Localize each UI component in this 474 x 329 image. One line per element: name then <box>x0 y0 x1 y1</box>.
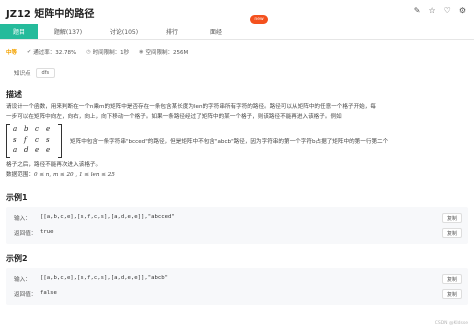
tab-problem[interactable]: 题目 <box>0 24 38 39</box>
tab-label: 讨论(105) <box>109 29 139 36</box>
example-2-output: 返回值： false <box>14 290 57 298</box>
input-label: 输入： <box>14 216 31 222</box>
matrix-cell: b <box>24 125 29 133</box>
output-label: 返回值： <box>14 231 37 237</box>
data-range-value: 0 ≤ n, m ≤ 20 , 1 ≤ len ≤ 25 <box>33 172 115 178</box>
data-range: 数据范围：0 ≤ n, m ≤ 20 , 1 ≤ len ≤ 25 <box>6 170 468 180</box>
description-line-3: 格子之后，路径不能再次进入该格子。 <box>6 162 102 168</box>
copy-button[interactable]: 复制 <box>442 228 462 238</box>
clock-icon: ◷ <box>86 49 91 55</box>
tab-label: 排行 <box>165 29 178 36</box>
example-2-heading: 示例2 <box>6 254 28 263</box>
memory-icon: ◉ <box>139 49 144 55</box>
tab-solutions[interactable]: 题解(137) <box>38 24 98 39</box>
matrix-right-bracket <box>58 124 62 158</box>
matrix-left-bracket <box>6 124 10 158</box>
example-1-output: 返回值： true <box>14 229 53 237</box>
matrix-cell: c <box>35 125 39 133</box>
pass-rate: ✔ 通过率：32.78% <box>27 48 76 56</box>
input-label: 输入： <box>14 277 31 283</box>
matrix-cell: e <box>46 146 51 154</box>
copy-button[interactable]: 复制 <box>442 213 462 223</box>
matrix-cell: f <box>24 135 27 144</box>
matrix-cell: d <box>24 146 29 154</box>
data-range-label: 数据范围： <box>6 172 34 178</box>
example-2-box: 输入： [[a,b,c,e],[s,f,c,s],[a,d,e,e]],"abc… <box>6 268 468 305</box>
space-limit-text: 空间限制：256M <box>145 50 189 56</box>
difficulty-badge: 中等 <box>6 50 18 56</box>
output-value: false <box>40 290 57 296</box>
tab-discussion[interactable]: 讨论(105) <box>98 24 150 39</box>
problem-stats: 中等 ✔ 通过率：32.78% ◷ 时间限制：1秒 ◉ 空间限制：256M <box>6 48 198 56</box>
matrix-cell: c <box>35 135 39 144</box>
example-matrix: a b c e s f c s a d e e <box>6 124 62 158</box>
time-limit: ◷ 时间限制：1秒 <box>86 48 129 56</box>
heart-icon[interactable]: ♡ <box>444 6 451 16</box>
tab-bar: 题目 题解(137) 讨论(105) 排行 面经 <box>0 24 474 40</box>
copy-button[interactable]: 复制 <box>442 274 462 284</box>
knowledge-label: 知识点 <box>14 71 31 77</box>
pass-rate-text: 通过率：32.78% <box>33 50 77 56</box>
tab-label: 题解(137) <box>53 29 83 36</box>
matrix-cell: a <box>13 146 18 154</box>
header: JZ12 矩阵中的路径 <box>0 0 474 24</box>
edit-icon[interactable]: ✎ <box>414 6 421 16</box>
tab-label: 面经 <box>209 29 222 36</box>
settings-icon[interactable]: ⚙ <box>459 6 466 16</box>
output-value: true <box>40 229 54 235</box>
header-actions: ✎ ☆ ♡ ⚙ <box>414 6 466 16</box>
new-badge: new <box>250 15 268 24</box>
copy-button[interactable]: 复制 <box>442 289 462 299</box>
knowledge-tag[interactable]: dfs <box>35 68 56 78</box>
tab-ranking[interactable]: 排行 <box>150 24 194 39</box>
example-1-heading: 示例1 <box>6 193 28 202</box>
description-line-1: 请设计一个函数，用来判断在一个n乘m的矩阵中是否存在一条包含某长度为len的字符… <box>6 104 376 110</box>
matrix-cell: s <box>46 135 50 144</box>
output-label: 返回值： <box>14 292 37 298</box>
check-circle-icon: ✔ <box>27 49 32 55</box>
input-value: [[a,b,c,e],[s,f,c,s],[a,d,e,e]],"abcb" <box>40 275 168 281</box>
matrix-cell: a <box>13 125 18 133</box>
tab-label: 题目 <box>12 29 25 36</box>
example-1-input: 输入： [[a,b,c,e],[s,f,c,s],[a,d,e,e]],"abc… <box>14 214 175 222</box>
space-limit: ◉ 空间限制：256M <box>139 48 188 56</box>
matrix-cell: s <box>13 135 17 144</box>
tab-interview[interactable]: 面经 <box>194 24 238 39</box>
description-matrix-text: 矩阵中包含一条字符串"bcced"的路径，但是矩阵中不包含"abcb"路径，因为… <box>70 139 389 145</box>
matrix-cells: a b c e s f c s a d e e <box>13 125 57 157</box>
description-heading: 描述 <box>6 90 22 99</box>
input-value: [[a,b,c,e],[s,f,c,s],[a,d,e,e]],"abcced" <box>40 214 175 220</box>
description-line-2: 一步可以在矩阵中向左，向右，向上，向下移动一个格子。如果一条路径经过了矩阵中的某… <box>6 114 342 120</box>
time-limit-text: 时间限制：1秒 <box>92 50 130 56</box>
example-1-box: 输入： [[a,b,c,e],[s,f,c,s],[a,d,e,e]],"abc… <box>6 207 468 244</box>
example-2-input: 输入： [[a,b,c,e],[s,f,c,s],[a,d,e,e]],"abc… <box>14 275 168 283</box>
star-icon[interactable]: ☆ <box>428 6 435 16</box>
matrix-cell: e <box>46 125 51 133</box>
knowledge-points: 知识点 dfs <box>14 68 56 78</box>
matrix-cell: e <box>35 146 40 154</box>
page-title: JZ12 矩阵中的路径 <box>6 8 95 20</box>
watermark: CSDN @Kldsse <box>434 321 468 326</box>
